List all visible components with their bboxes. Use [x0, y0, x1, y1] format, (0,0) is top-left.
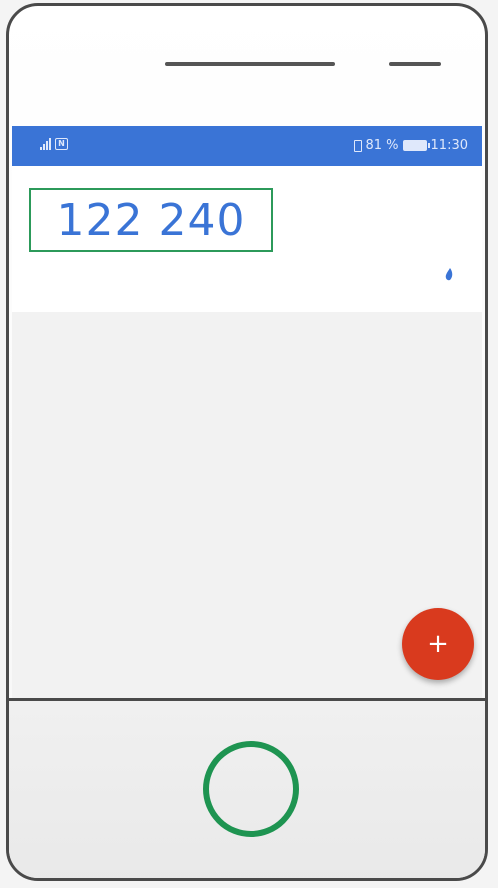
- proximity-sensor: [389, 62, 441, 66]
- battery-icon: [402, 140, 430, 151]
- signal-icon: [40, 138, 51, 150]
- drop-icon: [445, 268, 453, 281]
- status-left-group: N: [40, 138, 68, 150]
- nfc-icon: N: [55, 138, 68, 150]
- add-button[interactable]: +: [402, 608, 474, 680]
- plus-icon: +: [427, 629, 449, 659]
- home-button[interactable]: [203, 741, 299, 837]
- phone-screen: N 81 % 11:30 122 240 +: [12, 126, 482, 698]
- vibrate-icon: [353, 139, 362, 152]
- phone-frame: N 81 % 11:30 122 240 +: [6, 3, 488, 881]
- status-right-group: 81 % 11:30: [353, 138, 468, 153]
- battery-percent: 81 %: [365, 138, 399, 153]
- speaker-grille: [165, 62, 335, 66]
- counter-display: 122 240: [29, 188, 273, 252]
- status-bar: N 81 % 11:30: [12, 126, 482, 166]
- counter-value: 122 240: [56, 194, 246, 246]
- status-time: 11:30: [430, 138, 468, 153]
